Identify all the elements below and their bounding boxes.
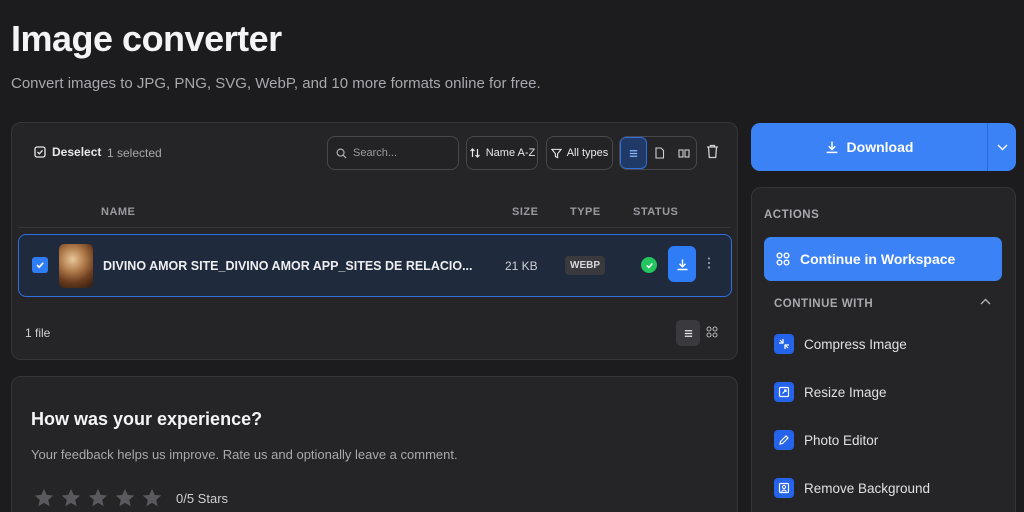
workspace-grid-icon (776, 252, 790, 266)
column-header-status: STATUS (633, 206, 679, 218)
status-success-icon (641, 257, 657, 273)
star-icon[interactable] (33, 487, 55, 509)
file-thumbnail (59, 244, 93, 288)
continue-item-label: Photo Editor (804, 432, 879, 448)
continue-item-compress-image[interactable]: Compress Image (774, 334, 907, 354)
deselect-label: Deselect (52, 145, 102, 159)
table-row[interactable]: DIVINO AMOR SITE_DIVINO AMOR APP_SITES D… (18, 234, 732, 297)
view-mode-group (619, 136, 697, 170)
actions-heading: ACTIONS (764, 209, 820, 221)
download-label: Download (846, 139, 914, 155)
trash-icon[interactable] (706, 144, 719, 159)
list-icon (684, 329, 692, 337)
page-subtitle: Convert images to JPG, PNG, SVG, WebP, a… (11, 75, 541, 92)
column-header-size[interactable]: SIZE (512, 206, 538, 218)
document-icon (654, 147, 664, 159)
view-document-toggle[interactable] (647, 137, 672, 169)
compress-icon (774, 334, 794, 354)
list-icon (629, 149, 637, 157)
resize-icon (774, 382, 794, 402)
more-options-icon[interactable] (707, 256, 711, 270)
remove-background-icon (774, 478, 794, 498)
file-size: 21 KB (505, 259, 538, 273)
files-panel: Deselect 1 selected Name A-Z All types (11, 122, 738, 360)
check-square-icon (34, 146, 46, 158)
continue-item-label: Compress Image (804, 336, 907, 352)
star-rating: 0/5 Stars (33, 487, 228, 509)
filter-label: All types (566, 147, 609, 159)
continue-in-workspace-button[interactable]: Continue in Workspace (764, 237, 1002, 281)
list-view-button[interactable] (676, 320, 700, 346)
file-count: 1 file (25, 326, 51, 340)
filter-icon (550, 148, 562, 159)
chevron-up-icon[interactable] (980, 298, 991, 305)
compare-icon (678, 148, 690, 158)
search-icon (336, 148, 347, 159)
download-button[interactable]: Download (751, 123, 987, 171)
continue-item-resize-image[interactable]: Resize Image (774, 382, 887, 402)
search-input[interactable] (353, 147, 453, 159)
check-icon (645, 262, 653, 269)
actions-panel: ACTIONS Continue in Workspace CONTINUE W… (751, 187, 1016, 512)
file-type-badge: WEBP (565, 256, 605, 275)
continue-item-label: Remove Background (804, 480, 931, 496)
page-title: Image converter (11, 18, 282, 59)
download-options-button[interactable] (987, 123, 1016, 171)
checkmark-icon (36, 262, 44, 269)
header-divider (18, 227, 731, 228)
filter-button[interactable]: All types (546, 136, 613, 170)
column-header-type[interactable]: TYPE (570, 206, 601, 218)
row-checkbox[interactable] (32, 257, 48, 273)
star-icon[interactable] (60, 487, 82, 509)
continue-item-remove-background[interactable]: Remove Background (774, 478, 930, 498)
selected-count: 1 selected (107, 146, 162, 160)
search-box (327, 136, 459, 170)
continue-item-label: Resize Image (804, 384, 887, 400)
file-name: DIVINO AMOR SITE_DIVINO AMOR APP_SITES D… (103, 259, 473, 273)
sort-button[interactable]: Name A-Z (466, 136, 538, 170)
view-compare-toggle[interactable] (671, 137, 696, 169)
download-icon (826, 141, 837, 154)
deselect-button[interactable]: Deselect (34, 145, 101, 159)
continue-item-photo-editor[interactable]: Photo Editor (774, 430, 878, 450)
star-icon[interactable] (141, 487, 163, 509)
workspace-label: Continue in Workspace (800, 251, 956, 267)
stars-label: 0/5 Stars (176, 490, 229, 506)
sort-arrows-icon (469, 148, 480, 158)
view-list-toggle[interactable] (620, 137, 647, 169)
continue-with-heading: CONTINUE WITH (774, 298, 874, 310)
feedback-panel: How was your experience? Your feedback h… (11, 376, 738, 512)
download-file-button[interactable] (668, 246, 696, 282)
download-split-button: Download (751, 123, 1016, 171)
feedback-subtitle: Your feedback helps us improve. Rate us … (31, 447, 458, 462)
star-icon[interactable] (114, 487, 136, 509)
column-header-name[interactable]: NAME (101, 206, 135, 218)
pen-icon (774, 430, 794, 450)
chevron-down-icon (997, 144, 1007, 150)
feedback-title: How was your experience? (31, 409, 263, 429)
download-icon (677, 259, 687, 270)
sort-label: Name A-Z (485, 147, 536, 159)
grid-view-icon[interactable] (706, 326, 718, 338)
star-icon[interactable] (87, 487, 109, 509)
